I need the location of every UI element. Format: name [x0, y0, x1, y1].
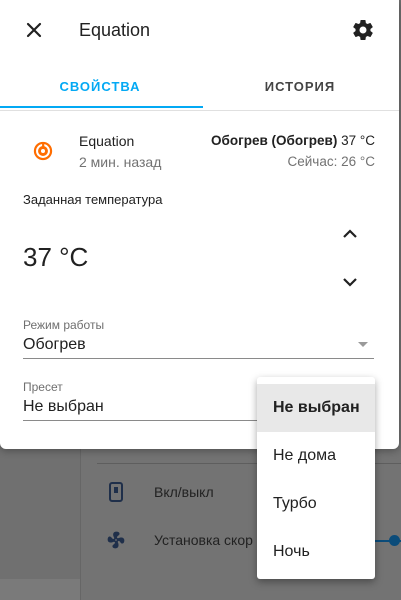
settings-button[interactable] [351, 18, 375, 42]
target-temperature-label: Заданная температура [23, 192, 163, 207]
background-row-label: Вкл/выкл [154, 484, 214, 500]
preset-dropdown-menu: Не выбран Не дома Турбо Ночь [257, 377, 375, 579]
temperature-up-button[interactable] [338, 222, 362, 246]
tab-bar: СВОЙСТВА ИСТОРИЯ [0, 62, 399, 111]
fan-icon [106, 530, 126, 550]
preset-select-label: Пресет [23, 380, 63, 394]
mode-select-label: Режим работы [23, 318, 105, 332]
dialog-header: Equation [0, 0, 399, 60]
background-row-label: Установка скор [154, 532, 253, 548]
background-row-power: Вкл/выкл [106, 482, 214, 502]
entity-name: Equation [79, 133, 135, 149]
thermostat-icon [32, 140, 54, 162]
temperature-down-button[interactable] [338, 270, 362, 294]
entity-state-mode: Обогрев (Обогрев) [211, 133, 338, 148]
close-button[interactable] [22, 18, 46, 42]
close-icon [22, 22, 46, 46]
preset-option[interactable]: Не выбран [257, 384, 375, 432]
gear-icon [351, 19, 375, 46]
caret-down-icon [358, 342, 368, 347]
background-row-fan: Установка скор [106, 530, 253, 550]
chevron-down-icon [338, 278, 362, 298]
tab-indicator [0, 106, 203, 108]
entity-last-changed: 2 мин. назад [79, 154, 162, 170]
entity-state: Обогрев (Обогрев) 37 °C [211, 133, 375, 148]
mode-select[interactable]: Режим работы Обогрев [23, 318, 374, 359]
dialog-title: Equation [79, 20, 151, 40]
target-temperature-value: 37 °C [23, 242, 89, 272]
preset-option[interactable]: Не дома [257, 432, 375, 480]
power-switch-icon [106, 482, 126, 502]
mode-select-value: Обогрев [23, 336, 86, 353]
chevron-up-icon [338, 229, 362, 250]
background-slider-thumb [389, 535, 400, 546]
tab-history[interactable]: ИСТОРИЯ [200, 62, 400, 110]
preset-option[interactable]: Турбо [257, 480, 375, 528]
preset-select-value: Не выбран [23, 398, 104, 415]
tab-properties[interactable]: СВОЙСТВА [0, 62, 200, 110]
preset-option[interactable]: Ночь [257, 528, 375, 576]
entity-current-temperature: Сейчас: 26 °C [287, 154, 375, 169]
entity-state-target: 37 °C [337, 133, 375, 148]
